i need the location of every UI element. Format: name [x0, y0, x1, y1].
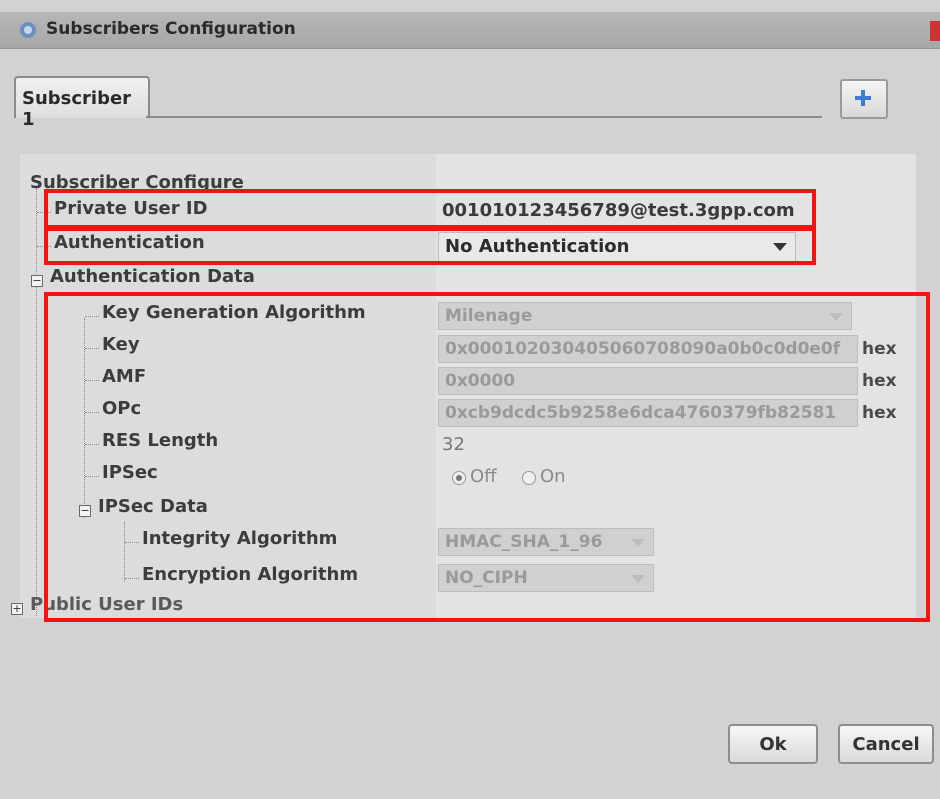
- add-subscriber-button[interactable]: [840, 79, 888, 119]
- collapse-icon[interactable]: −: [31, 275, 43, 287]
- tree-guide: [36, 188, 37, 616]
- plus-icon: [855, 90, 871, 106]
- tab-strip-line: [146, 116, 822, 118]
- app-icon: [20, 22, 36, 38]
- highlight-authentication-data: [44, 292, 930, 622]
- tab-subscriber-1[interactable]: Subscriber 1: [14, 76, 150, 130]
- window-title: Subscribers Configuration: [46, 19, 296, 39]
- close-icon[interactable]: [930, 21, 940, 41]
- expand-icon[interactable]: +: [11, 603, 23, 615]
- tab-label: Subscriber 1: [22, 88, 132, 130]
- title-bar: Subscribers Configuration: [0, 12, 940, 49]
- ok-button[interactable]: Ok: [728, 724, 818, 764]
- subscribers-configuration-dialog: Subscribers Configuration Subscriber 1 S…: [0, 0, 940, 799]
- highlight-authentication: [44, 227, 816, 265]
- cancel-button[interactable]: Cancel: [838, 724, 934, 764]
- highlight-private-user-id: [44, 189, 816, 229]
